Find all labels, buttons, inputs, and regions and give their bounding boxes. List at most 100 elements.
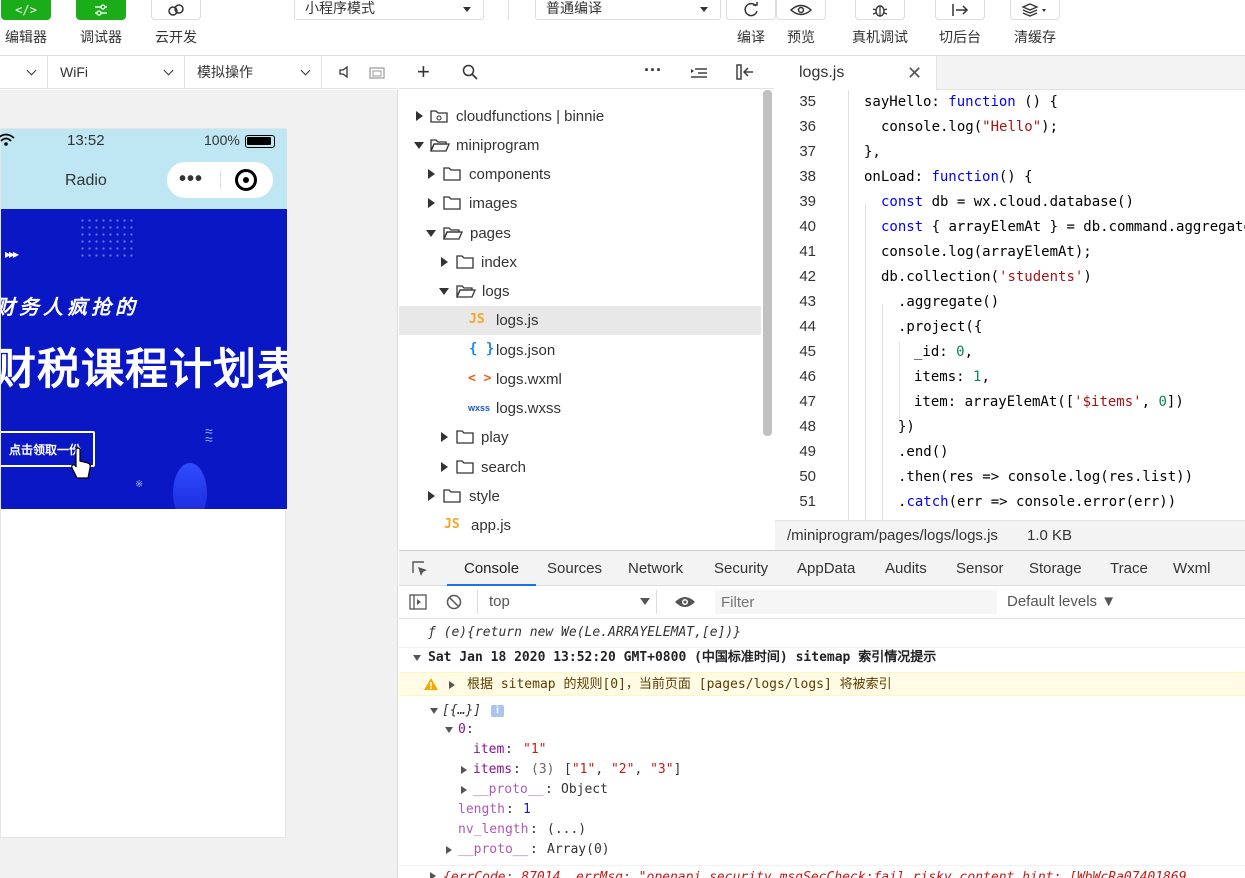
tree-item-logs-js[interactable]: JS logs.js	[399, 306, 761, 335]
tab-appdata[interactable]: AppData	[797, 551, 855, 586]
network-select[interactable]: WiFi	[48, 56, 185, 89]
line-number: 41	[799, 243, 816, 260]
info-icon[interactable]: i	[491, 705, 504, 717]
tab-console[interactable]: Console	[447, 551, 537, 586]
tree-item-pages[interactable]: pages	[399, 219, 761, 248]
background-button[interactable]: 切后台	[934, 0, 986, 47]
array-index-row[interactable]: 0 :	[399, 720, 1245, 740]
prop-proto[interactable]: __proto__ : Object	[399, 780, 1245, 800]
window-icon[interactable]	[369, 66, 385, 82]
expand-arrow-icon[interactable]	[428, 491, 435, 501]
tree-item-app-js[interactable]: JS app.js	[399, 511, 761, 540]
context-select[interactable]: top	[477, 590, 657, 614]
tab-audits[interactable]: Audits	[885, 551, 927, 586]
console-group[interactable]: Sat Jan 18 2020 13:52:20 GMT+0800 (中国标准时…	[399, 647, 1245, 667]
more-icon[interactable]: ···	[644, 60, 662, 81]
tree-item-label: images	[469, 195, 518, 212]
tab-security[interactable]: Security	[714, 551, 768, 586]
close-icon[interactable]: ✕	[907, 56, 922, 90]
expand-arrow-icon[interactable]	[449, 681, 455, 689]
devtools-tab-bar: Console Sources Network Security AppData…	[399, 550, 1245, 586]
collapse-arrow-icon[interactable]	[430, 708, 438, 714]
sidebar-toggle-icon[interactable]	[736, 64, 754, 83]
code-line-36: console.log("Hello");	[881, 119, 1059, 135]
tree-item-index[interactable]: index	[399, 248, 761, 277]
code-editor[interactable]: 35 36 37 38 39 40 41 42 43 44 45 46 47 4…	[775, 90, 1245, 520]
line-number: 39	[799, 193, 816, 210]
preview-button[interactable]: 预览	[776, 0, 826, 47]
console-error-line[interactable]: {errCode: 87014, errMsg: "openapi.securi…	[399, 865, 1245, 878]
tab-wxml[interactable]: Wxml	[1173, 551, 1211, 586]
inspect-element-icon[interactable]	[411, 560, 429, 581]
expand-arrow-icon[interactable]	[446, 846, 452, 854]
compile-button[interactable]: 编译	[726, 0, 776, 47]
tree-item-logs[interactable]: logs	[399, 277, 761, 306]
prop-nv-length[interactable]: nv_length : (...)	[399, 820, 1245, 840]
folder-icon	[456, 255, 474, 269]
compile-select[interactable]: 普通编译	[535, 0, 721, 20]
tab-sensor[interactable]: Sensor	[956, 551, 1004, 586]
cloud-dev-button[interactable]: 云开发	[150, 0, 202, 47]
debugger-button[interactable]: 调试器	[75, 0, 127, 47]
levels-select[interactable]: Default levels ▼	[1007, 593, 1116, 610]
collapse-arrow-icon[interactable]	[445, 727, 453, 733]
collapse-all-icon[interactable]	[690, 66, 708, 82]
tree-item-components[interactable]: components	[399, 160, 761, 189]
wifi-icon	[0, 133, 15, 151]
collapse-arrow-icon[interactable]	[426, 230, 436, 237]
plus-icon[interactable]: +	[417, 59, 430, 85]
collapse-arrow-icon[interactable]	[414, 142, 424, 149]
expand-arrow-icon[interactable]	[428, 169, 435, 179]
expand-arrow-icon[interactable]	[441, 257, 448, 267]
menu-capsule[interactable]: •••	[167, 162, 273, 198]
tab-network[interactable]: Network	[628, 551, 683, 586]
show-sidebar-icon[interactable]	[409, 594, 427, 613]
tree-item-style[interactable]: style	[399, 482, 761, 511]
prop-proto-array[interactable]: __proto__ : Array(0)	[399, 840, 1245, 860]
speaker-icon[interactable]	[338, 65, 352, 82]
tree-item-images[interactable]: images	[399, 189, 761, 218]
explorer-toolbar: + ···	[399, 56, 774, 89]
tree-item-miniprogram[interactable]: miniprogram	[399, 131, 761, 160]
prop-items[interactable]: items : (3) ["1", "2", "3"]	[399, 760, 1245, 780]
clear-cache-button[interactable]: 清缓存	[1010, 0, 1060, 47]
tab-storage[interactable]: Storage	[1029, 551, 1082, 586]
expand-arrow-icon[interactable]	[441, 432, 448, 442]
mode-select[interactable]: 小程序模式	[294, 0, 484, 20]
tree-item-logs-wxml[interactable]: < > logs.wxml	[399, 365, 761, 394]
device-select[interactable]	[0, 56, 48, 89]
collapse-arrow-icon[interactable]	[439, 288, 449, 295]
expand-arrow-icon[interactable]	[461, 786, 467, 794]
tree-item-label: logs	[482, 283, 510, 300]
expand-arrow-icon[interactable]	[416, 111, 423, 121]
line-number: 44	[799, 318, 816, 335]
promo-banner[interactable]: ▸▸▸ 财务人疯抢的 财税课程计划表 点击领取一份 ≈ ≈ ※	[1, 209, 287, 509]
tab-trace[interactable]: Trace	[1110, 551, 1148, 586]
tree-item-cloudfunctions[interactable]: cloudfunctions | binnie	[399, 102, 761, 131]
eye-icon[interactable]	[674, 595, 696, 612]
tree-item-search[interactable]: search	[399, 453, 761, 482]
collapse-arrow-icon[interactable]	[413, 655, 421, 661]
operation-select[interactable]: 模拟操作	[185, 56, 322, 89]
tree-scrollbar[interactable]	[763, 90, 772, 436]
array-output[interactable]: [{…}] i	[399, 701, 1245, 721]
tree-item-play[interactable]: play	[399, 423, 761, 452]
filter-input[interactable]	[715, 590, 997, 614]
editor-tab-bar: logs.js ✕	[775, 56, 1245, 90]
console-warning[interactable]: 根据 sitemap 的规则[0]，当前页面 [pages/logs/logs]…	[399, 672, 1245, 696]
tab-logs-js[interactable]: logs.js ✕	[775, 56, 937, 90]
close-circle-icon[interactable]	[235, 169, 257, 191]
expand-arrow-icon[interactable]	[461, 766, 467, 774]
expand-arrow-icon[interactable]	[430, 872, 436, 878]
remote-debug-button[interactable]: 真机调试	[848, 0, 912, 47]
clear-console-icon[interactable]	[446, 594, 462, 613]
tree-item-logs-json[interactable]: { } logs.json	[399, 336, 761, 365]
editor-button[interactable]: </> 编辑器	[0, 0, 52, 47]
search-icon[interactable]	[462, 64, 478, 83]
more-dots-icon[interactable]: •••	[179, 169, 203, 189]
battery-percent: 100%	[204, 132, 240, 148]
expand-arrow-icon[interactable]	[441, 462, 448, 472]
tree-item-logs-wxss[interactable]: wxss logs.wxss	[399, 394, 761, 423]
tab-sources[interactable]: Sources	[547, 551, 602, 586]
expand-arrow-icon[interactable]	[428, 198, 435, 208]
